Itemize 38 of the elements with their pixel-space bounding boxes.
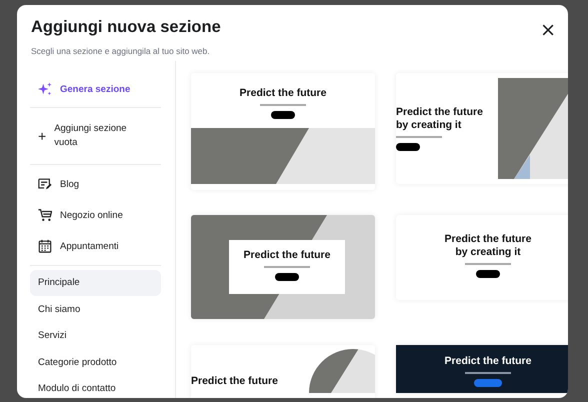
dialog-title: Aggiungi nuova sezione: [31, 18, 221, 37]
pencil-note-icon: [38, 177, 52, 191]
section-template-card[interactable]: Predict the future: [191, 73, 375, 190]
section-template-card[interactable]: Predict the future: [191, 215, 375, 319]
section-template-card[interactable]: Predict the future: [191, 345, 375, 398]
sidebar-item[interactable]: Negozio online: [30, 200, 161, 230]
cart-icon: [38, 208, 52, 222]
category-item[interactable]: Categorie prodotto: [30, 350, 161, 375]
caption-line: [260, 104, 306, 106]
sidebar-item[interactable]: Appuntamenti: [30, 231, 161, 261]
calendar-icon: [38, 239, 52, 253]
cta-button: [476, 270, 500, 278]
section-template-card[interactable]: Predict the future: [396, 345, 568, 393]
cta-button: [396, 143, 420, 152]
caption-line: [465, 263, 511, 266]
cta-button: [275, 273, 299, 282]
template-title: Predict the future: [238, 87, 328, 100]
section-template-card[interactable]: Predict the future by creating it: [396, 215, 568, 300]
dialog-subtitle: Scegli una sezione e aggiungila al tuo sito web.: [31, 46, 211, 56]
category-item[interactable]: Servizi: [30, 323, 161, 348]
cta-button: [271, 111, 295, 120]
cta-button: [474, 379, 502, 388]
category-item[interactable]: Chi siamo: [30, 296, 161, 322]
section-template-card[interactable]: Predict the future by creating it: [396, 73, 568, 184]
caption-line: [396, 136, 442, 138]
caption-line: [465, 372, 511, 374]
generate-section-button[interactable]: Genera sezione: [30, 75, 161, 103]
template-title: Predict the future: [242, 249, 332, 262]
sparkle-icon: [38, 82, 52, 96]
template-title: Predict the future by creating it: [444, 233, 532, 260]
category-item[interactable]: Modulo di contatto: [30, 376, 161, 398]
category-item[interactable]: Principale: [30, 270, 161, 296]
template-title: Predict the future by creating it: [396, 106, 484, 132]
close-button[interactable]: ×: [540, 21, 556, 40]
sidebar-item[interactable]: Blog: [30, 169, 161, 199]
template-title: Predict the future: [444, 355, 532, 368]
template-title: Predict the future: [191, 374, 278, 388]
caption-line: [264, 266, 310, 268]
